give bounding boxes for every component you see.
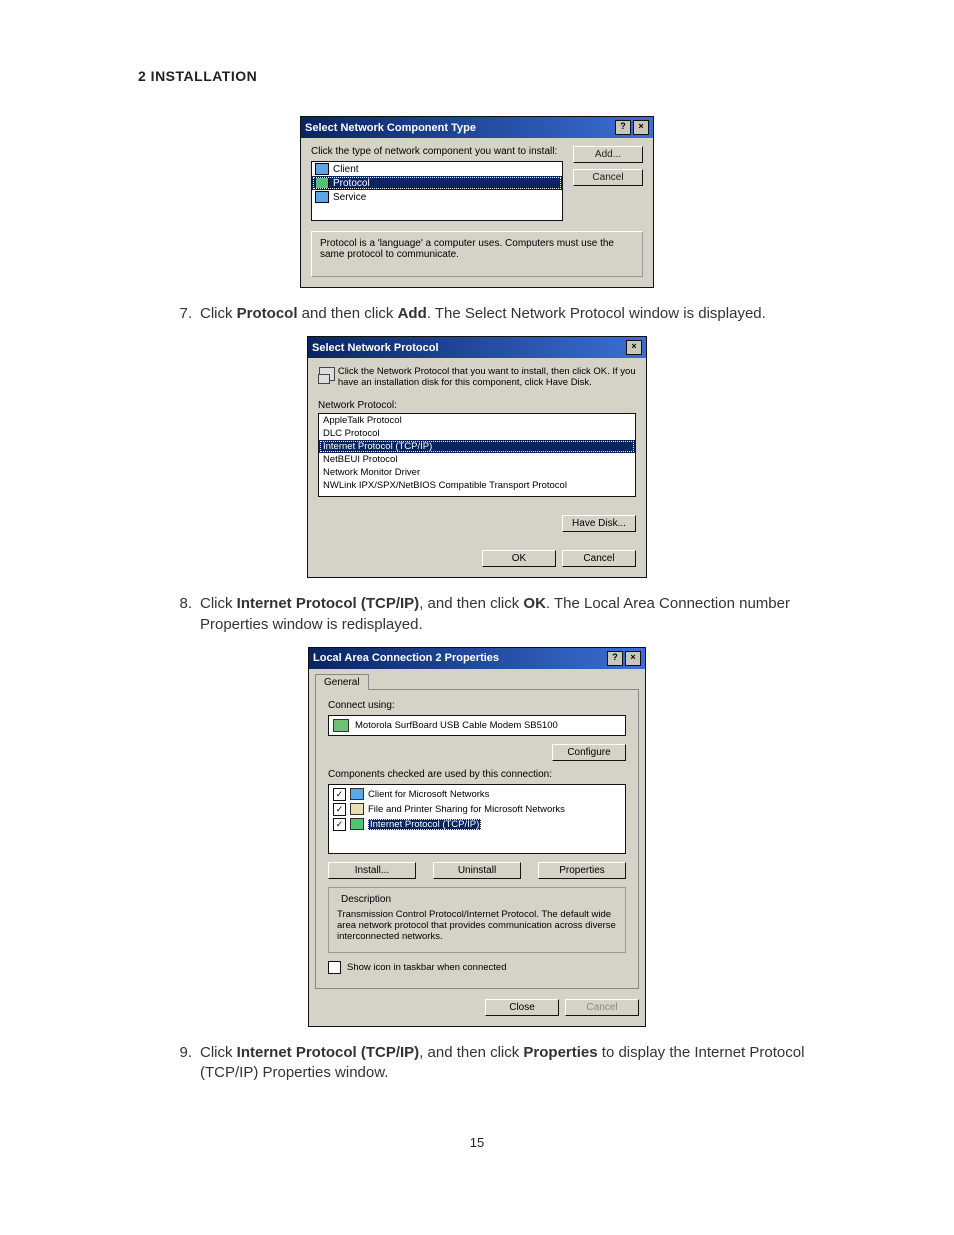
component-type-list[interactable]: Client Protocol Service: [311, 161, 563, 221]
component-tcpip[interactable]: ✓ Internet Protocol (TCP/IP): [329, 817, 625, 832]
cancel-button[interactable]: Cancel: [573, 169, 643, 186]
show-icon-checkbox[interactable]: [328, 961, 341, 974]
device-name: Motorola SurfBoard USB Cable Modem SB510…: [355, 720, 558, 731]
step-9: 9.Click Internet Protocol (TCP/IP), and …: [200, 1043, 854, 1084]
close-icon[interactable]: ×: [625, 651, 641, 666]
uninstall-button[interactable]: Uninstall: [433, 862, 521, 879]
page-number: 15: [60, 1135, 894, 1150]
add-button[interactable]: Add...: [573, 146, 643, 163]
section-title: 2 INSTALLATION: [138, 68, 894, 84]
have-disk-button[interactable]: Have Disk...: [562, 515, 636, 532]
dialog-select-component-type: Select Network Component Type ? × Click …: [300, 116, 654, 288]
configure-button[interactable]: Configure: [552, 744, 626, 761]
list-item[interactable]: Network Monitor Driver: [319, 466, 635, 479]
dialog2-title: Select Network Protocol: [312, 342, 439, 354]
help-icon[interactable]: ?: [607, 651, 623, 666]
component-label: Client for Microsoft Networks: [368, 789, 489, 800]
printer-icon: [350, 803, 364, 815]
dialog2-label: Network Protocol:: [318, 400, 636, 411]
help-icon[interactable]: ?: [615, 120, 631, 135]
dialog1-prompt: Click the type of network component you …: [311, 146, 563, 157]
protocol-label: Protocol: [333, 178, 370, 189]
step-7-num: 7.: [170, 304, 192, 324]
dialog2-intro: Click the Network Protocol that you want…: [338, 366, 636, 388]
component-fps[interactable]: ✓ File and Printer Sharing for Microsoft…: [329, 802, 625, 817]
step-8: 8.Click Internet Protocol (TCP/IP), and …: [200, 594, 854, 635]
list-item-service[interactable]: Service: [312, 190, 562, 204]
tab-general[interactable]: General: [315, 674, 369, 690]
properties-button[interactable]: Properties: [538, 862, 626, 879]
protocol-icon: [350, 818, 364, 830]
connect-using-label: Connect using:: [328, 700, 626, 711]
adapter-icon: [333, 719, 349, 732]
description-box: Description Transmission Control Protoco…: [328, 887, 626, 953]
checkbox-icon[interactable]: ✓: [333, 803, 346, 816]
close-icon[interactable]: ×: [626, 340, 642, 355]
checkbox-icon[interactable]: ✓: [333, 788, 346, 801]
list-item-tcpip[interactable]: Internet Protocol (TCP/IP): [319, 440, 635, 453]
dialog1-description: Protocol is a 'language' a computer uses…: [311, 231, 643, 277]
service-icon: [315, 191, 329, 203]
show-icon-label: Show icon in taskbar when connected: [347, 962, 507, 973]
step-9-num: 9.: [170, 1043, 192, 1063]
dialog-lan-properties: Local Area Connection 2 Properties ? × G…: [308, 647, 646, 1027]
checkbox-icon[interactable]: ✓: [333, 818, 346, 831]
device-field: Motorola SurfBoard USB Cable Modem SB510…: [328, 715, 626, 736]
list-item[interactable]: DLC Protocol: [319, 427, 635, 440]
step-8-num: 8.: [170, 594, 192, 614]
components-label: Components checked are used by this conn…: [328, 769, 626, 780]
ok-button[interactable]: OK: [482, 550, 556, 567]
client-icon: [315, 163, 329, 175]
list-item[interactable]: NWLink IPX/SPX/NetBIOS Compatible Transp…: [319, 479, 635, 492]
step-7: 7.Click Protocol and then click Add. The…: [200, 304, 854, 324]
protocol-list[interactable]: AppleTalk Protocol DLC Protocol Internet…: [318, 413, 636, 497]
client-icon: [350, 788, 364, 800]
components-list[interactable]: ✓ Client for Microsoft Networks ✓ File a…: [328, 784, 626, 854]
list-item-client[interactable]: Client: [312, 162, 562, 176]
service-label: Service: [333, 192, 366, 203]
cancel-button: Cancel: [565, 999, 639, 1016]
dialog1-title: Select Network Component Type: [305, 122, 476, 134]
list-item-protocol[interactable]: Protocol: [312, 176, 562, 190]
component-label: File and Printer Sharing for Microsoft N…: [368, 804, 565, 815]
component-client[interactable]: ✓ Client for Microsoft Networks: [329, 787, 625, 802]
dialog3-title: Local Area Connection 2 Properties: [313, 652, 499, 664]
dialog-select-network-protocol: Select Network Protocol × Click the Netw…: [307, 336, 647, 578]
component-label: Internet Protocol (TCP/IP): [368, 819, 481, 830]
close-button[interactable]: Close: [485, 999, 559, 1016]
cancel-button[interactable]: Cancel: [562, 550, 636, 567]
network-card-icon: [318, 366, 330, 384]
list-item[interactable]: NetBEUI Protocol: [319, 453, 635, 466]
install-button[interactable]: Install...: [328, 862, 416, 879]
close-icon[interactable]: ×: [633, 120, 649, 135]
description-text: Transmission Control Protocol/Internet P…: [337, 909, 617, 942]
description-title: Description: [337, 894, 395, 905]
protocol-icon: [315, 177, 329, 189]
client-label: Client: [333, 164, 359, 175]
list-item[interactable]: AppleTalk Protocol: [319, 414, 635, 427]
